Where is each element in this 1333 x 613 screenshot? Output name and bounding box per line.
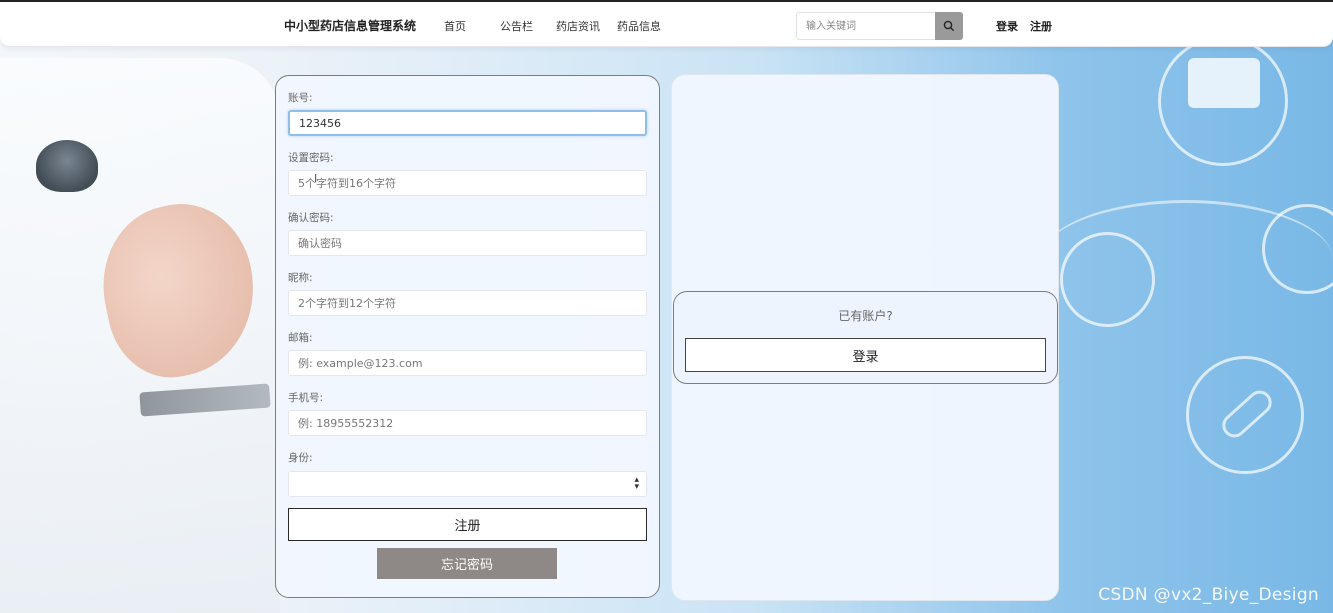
search-icon [943,20,955,32]
forgot-password-button[interactable]: 忘记密码 [377,548,557,579]
confirm-password-input[interactable] [288,230,647,256]
sort-arrows-icon: ▴ ▾ [634,475,639,492]
hero-background [0,0,1333,613]
existing-account-card: 已有账户? 登录 [673,291,1058,384]
password-input[interactable] [288,170,647,196]
site-title: 中小型药店信息管理系统 [284,19,417,33]
nickname-label: 昵称: [288,272,313,284]
email-input[interactable] [288,350,647,376]
heartbeat-line-icon [1040,200,1333,320]
password-label: 设置密码: [288,152,334,164]
nav-announcements[interactable]: 公告栏 [500,18,533,34]
account-input[interactable] [288,110,647,136]
medical-cross-icon [1188,58,1260,108]
watermark-text: CSDN @vx2_Biye_Design [1098,585,1319,605]
register-button[interactable]: 注册 [288,508,647,541]
nav-login-link[interactable]: 登录 [996,18,1018,34]
stethoscope-image [36,140,98,192]
login-button[interactable]: 登录 [685,338,1046,372]
phone-input[interactable] [288,410,647,436]
confirm-password-label: 确认密码: [288,212,334,224]
email-label: 邮箱: [288,332,313,344]
nickname-input[interactable] [288,290,647,316]
top-navbar: 中小型药店信息管理系统 首页 公告栏 药店资讯 药品信息 登录 注册 [0,0,1333,47]
phone-label: 手机号: [288,392,324,404]
nav-pharmacy-news[interactable]: 药店资讯 [556,18,600,34]
text-cursor-icon: I [314,172,318,185]
nav-register-link[interactable]: 注册 [1030,18,1052,34]
nav-home[interactable]: 首页 [444,18,466,34]
search-input[interactable] [796,12,936,40]
existing-account-prompt: 已有账户? [838,309,893,323]
account-label: 账号: [288,92,313,104]
search-button[interactable] [935,12,963,40]
identity-select[interactable]: ▴ ▾ [288,471,647,497]
register-form-panel: 账号: 设置密码: I 确认密码: 昵称: 邮箱: 手机号: 身份: ▴▾ 注册… [275,75,660,598]
nav-drug-info[interactable]: 药品信息 [617,18,661,34]
identity-label: 身份: [288,452,313,464]
